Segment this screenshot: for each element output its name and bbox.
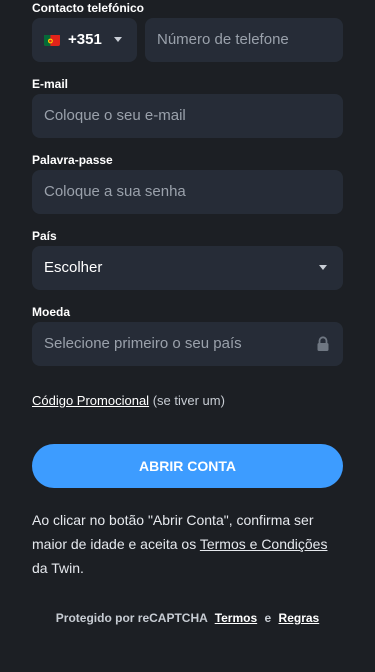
recaptcha-prefix: Protegido por reCAPTCHA	[55, 611, 208, 625]
country-select[interactable]: Escolher	[32, 246, 343, 290]
country-code-value: +351	[68, 31, 102, 48]
chevron-down-icon	[319, 265, 327, 270]
password-field[interactable]: Coloque a sua senha	[32, 170, 343, 214]
phone-placeholder: Número de telefone	[157, 31, 289, 48]
terms-text: Ao clicar no botão "Abrir Conta", confir…	[32, 508, 343, 580]
open-account-button[interactable]: ABRIR CONTA	[32, 444, 343, 488]
terms-conditions-link[interactable]: Termos e Condições	[200, 536, 328, 552]
phone-label: Contacto telefónico	[32, 1, 145, 15]
portugal-flag-icon	[44, 34, 60, 46]
phone-number-input[interactable]: Número de telefone	[145, 18, 343, 62]
password-placeholder: Coloque a sua senha	[44, 183, 186, 200]
country-value: Escolher	[44, 259, 103, 276]
currency-select: Selecione primeiro o seu país	[32, 322, 343, 366]
email-label: E-mail	[32, 77, 69, 91]
email-field[interactable]: Coloque o seu e-mail	[32, 94, 343, 138]
recaptcha-notice: Protegido por reCAPTCHA Termos e Regras	[32, 611, 343, 625]
currency-label: Moeda	[32, 305, 71, 319]
recaptcha-terms-link[interactable]: Termos	[215, 611, 257, 625]
password-label: Palavra-passe	[32, 153, 113, 167]
lock-icon	[316, 336, 330, 352]
email-placeholder: Coloque o seu e-mail	[44, 107, 186, 124]
country-label: País	[32, 229, 57, 243]
promo-code-hint: (se tiver um)	[152, 393, 225, 408]
currency-placeholder: Selecione primeiro o seu país	[44, 335, 242, 352]
promo-code-link[interactable]: Código Promocional	[32, 393, 149, 408]
recaptcha-rules-link[interactable]: Regras	[279, 611, 320, 625]
chevron-down-icon	[114, 37, 122, 42]
promo-code-row: Código Promocional (se tiver um)	[32, 393, 225, 408]
terms-suffix: da Twin.	[32, 560, 84, 576]
recaptcha-conjunction: e	[264, 611, 272, 625]
country-code-select[interactable]: +351	[32, 18, 137, 62]
